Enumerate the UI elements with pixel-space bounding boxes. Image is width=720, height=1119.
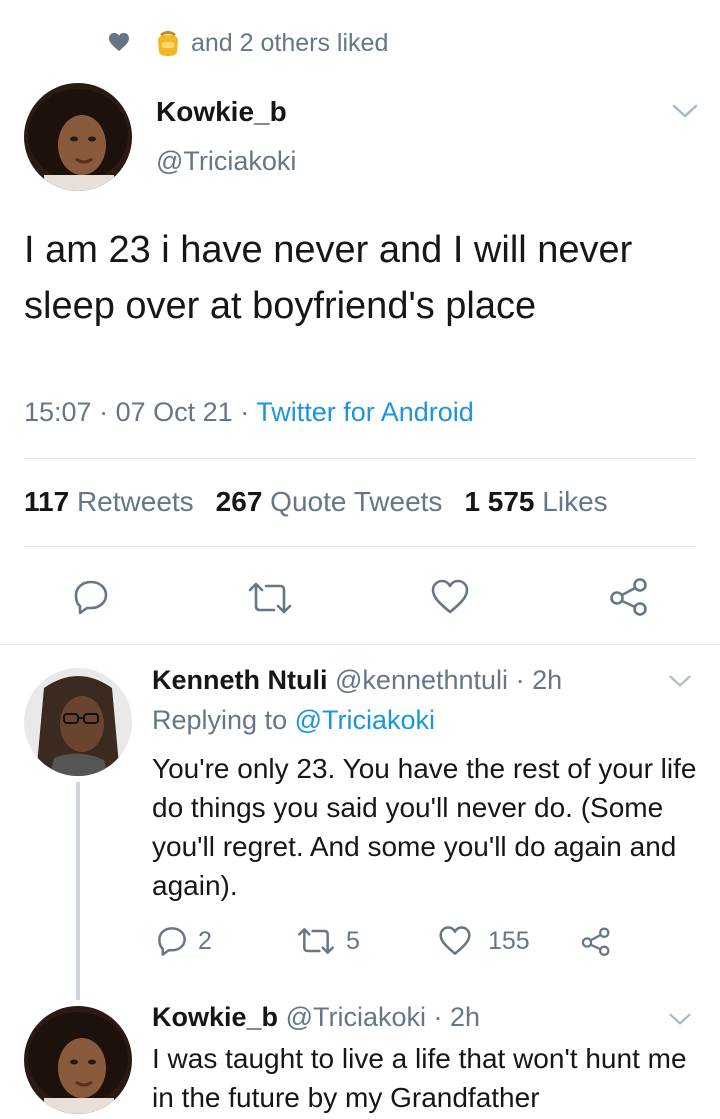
like-count: 155 <box>488 926 530 955</box>
likes-label: Likes <box>542 486 608 517</box>
retweet-icon <box>298 928 334 954</box>
quotes-stat[interactable]: 267 Quote Tweets <box>216 486 443 517</box>
tweet-stats: 117 Retweets 267 Quote Tweets 1 575 Likes <box>24 486 608 518</box>
likes-stat[interactable]: 1 575 Likes <box>464 486 607 517</box>
likes-count: 1 575 <box>464 486 535 517</box>
liked-user-avatar <box>158 31 178 56</box>
divider <box>24 546 696 547</box>
reply-avatar[interactable] <box>24 1006 132 1114</box>
heart-icon <box>109 32 129 52</box>
retweet-icon[interactable] <box>246 580 294 616</box>
tweet-date: 07 Oct 21 <box>115 397 233 427</box>
reply-icon[interactable] <box>72 578 110 616</box>
reply-like-button[interactable]: 155 <box>438 924 530 958</box>
reply-text: I was taught to live a life that won't h… <box>152 1043 687 1113</box>
liked-by-bar[interactable]: and 2 others liked <box>0 18 720 68</box>
meta-separator: · <box>515 665 525 695</box>
reply-header: Kowkie_b @Triciakoki · 2h <box>152 1002 480 1033</box>
liked-by-text: and 2 others liked <box>191 29 389 57</box>
tweet-meta: 15:07 · 07 Oct 21 · Twitter for Android <box>24 397 474 428</box>
reply-header: Kenneth Ntuli @kennethntuli · 2h <box>152 665 562 696</box>
tweet-source-link[interactable]: Twitter for Android <box>256 397 474 427</box>
meta-separator: · <box>433 1002 443 1032</box>
section-divider <box>0 644 720 645</box>
chevron-down-icon[interactable] <box>672 103 698 119</box>
reply-reply-button[interactable]: 2 <box>156 924 212 958</box>
reply-share-button[interactable] <box>580 924 612 958</box>
author-name[interactable]: Kowkie_b <box>156 96 287 128</box>
retweet-count: 5 <box>346 926 360 955</box>
reply-icon <box>158 927 186 956</box>
chevron-down-icon[interactable] <box>668 1012 692 1026</box>
quotes-count: 267 <box>215 486 263 517</box>
tweet-time: 15:07 <box>24 397 92 427</box>
thread-line <box>76 782 80 1000</box>
share-icon[interactable] <box>608 576 650 616</box>
reply-time: 2h <box>450 1002 481 1032</box>
reply-text: You're only 23. You have the rest of you… <box>152 753 697 901</box>
reply-count: 2 <box>198 926 212 955</box>
replying-prefix: Replying to <box>152 705 288 735</box>
author-avatar[interactable] <box>24 83 132 191</box>
replying-to: Replying to @Triciakoki <box>152 705 435 736</box>
reply-avatar[interactable] <box>24 668 132 776</box>
replying-mention-link[interactable]: @Triciakoki <box>295 705 435 735</box>
divider <box>24 458 696 459</box>
reply-time: 2h <box>532 665 563 695</box>
reply-author-name[interactable]: Kowkie_b <box>152 1002 278 1032</box>
reply-author-name[interactable]: Kenneth Ntuli <box>152 665 328 695</box>
share-icon <box>581 927 610 956</box>
chevron-down-icon[interactable] <box>668 674 692 688</box>
tweet-text: I am 23 i have never and I will never sl… <box>24 229 633 327</box>
meta-separator: · <box>240 397 250 427</box>
reply-author-handle[interactable]: @kennethntuli <box>335 665 508 695</box>
retweets-label: Retweets <box>76 486 194 517</box>
retweets-stat[interactable]: 117 Retweets <box>24 486 194 517</box>
meta-separator: · <box>99 397 109 427</box>
author-handle[interactable]: @Triciakoki <box>156 146 296 177</box>
retweets-count: 117 <box>24 486 70 517</box>
like-icon <box>439 926 471 955</box>
reply-retweet-button[interactable]: 5 <box>296 924 360 958</box>
like-icon[interactable] <box>430 578 470 616</box>
quotes-label: Quote Tweets <box>270 486 443 517</box>
reply-author-handle[interactable]: @Triciakoki <box>286 1002 426 1032</box>
